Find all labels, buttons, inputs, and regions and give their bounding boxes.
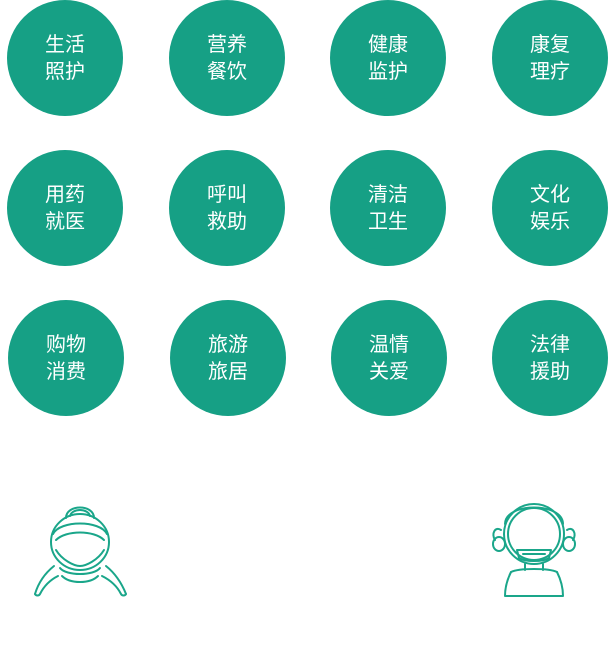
service-button-cleaning[interactable]: 清洁 卫生: [330, 150, 446, 266]
service-label-line2: 照护: [45, 59, 85, 83]
service-button-medication[interactable]: 用药 就医: [7, 150, 123, 266]
service-label-line1: 康复: [530, 32, 570, 56]
service-grid: 生活 照护 营养 餐饮 健康 监护 康复 理疗 用药 就医 呼叫 救助 清洁 卫…: [0, 0, 614, 420]
service-label-line1: 文化: [530, 182, 570, 206]
service-label-line1: 温情: [369, 332, 409, 356]
service-label-line1: 旅游: [208, 332, 248, 356]
service-label-line1: 购物: [46, 332, 86, 356]
service-label-line1: 呼叫: [207, 182, 247, 206]
service-label-line2: 就医: [45, 209, 85, 233]
service-button-nutrition[interactable]: 营养 餐饮: [169, 0, 285, 116]
service-label-line2: 救助: [207, 209, 247, 233]
service-button-culture-entertainment[interactable]: 文化 娱乐: [492, 150, 608, 266]
service-button-shopping[interactable]: 购物 消费: [8, 300, 124, 416]
service-label-line2: 理疗: [530, 59, 570, 83]
service-label-line1: 用药: [45, 182, 85, 206]
service-button-emergency-call[interactable]: 呼叫 救助: [169, 150, 285, 266]
service-label-line2: 娱乐: [530, 209, 570, 233]
service-label-line1: 生活: [45, 32, 85, 56]
service-button-caring[interactable]: 温情 关爱: [331, 300, 447, 416]
service-label-line1: 法律: [530, 332, 570, 356]
service-label-line1: 营养: [207, 32, 247, 56]
service-label-line2: 关爱: [369, 359, 409, 383]
service-button-health-monitoring[interactable]: 健康 监护: [330, 0, 446, 116]
service-button-legal-aid[interactable]: 法律 援助: [492, 300, 608, 416]
elderly-woman-icon: [30, 496, 130, 600]
service-label-line2: 消费: [46, 359, 86, 383]
service-label-line1: 清洁: [368, 182, 408, 206]
service-label-line1: 健康: [368, 32, 408, 56]
service-label-line2: 监护: [368, 59, 408, 83]
service-label-line2: 旅居: [208, 359, 248, 383]
service-button-life-care[interactable]: 生活 照护: [7, 0, 123, 116]
service-button-travel[interactable]: 旅游 旅居: [170, 300, 286, 416]
service-label-line2: 援助: [530, 359, 570, 383]
service-label-line2: 餐饮: [207, 59, 247, 83]
service-label-line2: 卫生: [368, 209, 408, 233]
elderly-man-icon: [487, 496, 581, 600]
service-button-rehabilitation[interactable]: 康复 理疗: [492, 0, 608, 116]
